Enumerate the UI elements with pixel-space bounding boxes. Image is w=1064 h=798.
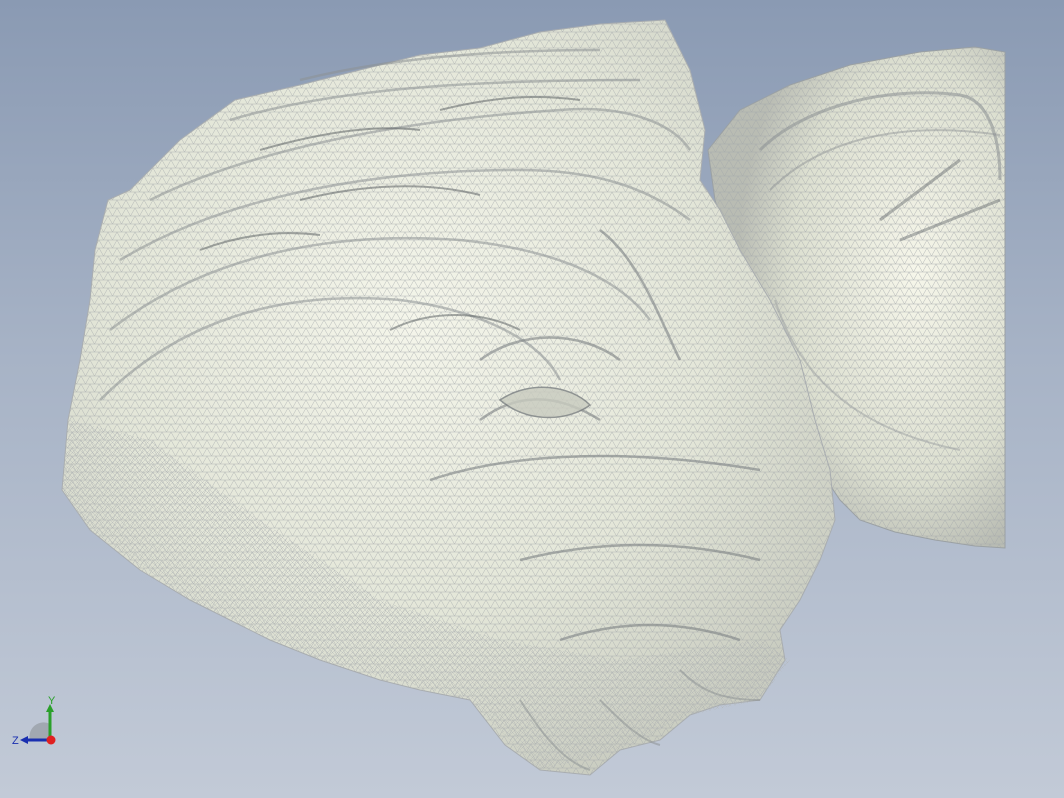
axis-z-label: Z: [12, 735, 19, 747]
coordinate-triad: Y Z: [8, 696, 68, 756]
front-head-face: [61, 19, 836, 776]
head-mesh-model[interactable]: [0, 0, 1064, 798]
axis-y-label: Y: [48, 695, 56, 707]
triad-axes-icon: [20, 704, 56, 745]
graphics-viewport[interactable]: Y Z: [0, 0, 1064, 798]
